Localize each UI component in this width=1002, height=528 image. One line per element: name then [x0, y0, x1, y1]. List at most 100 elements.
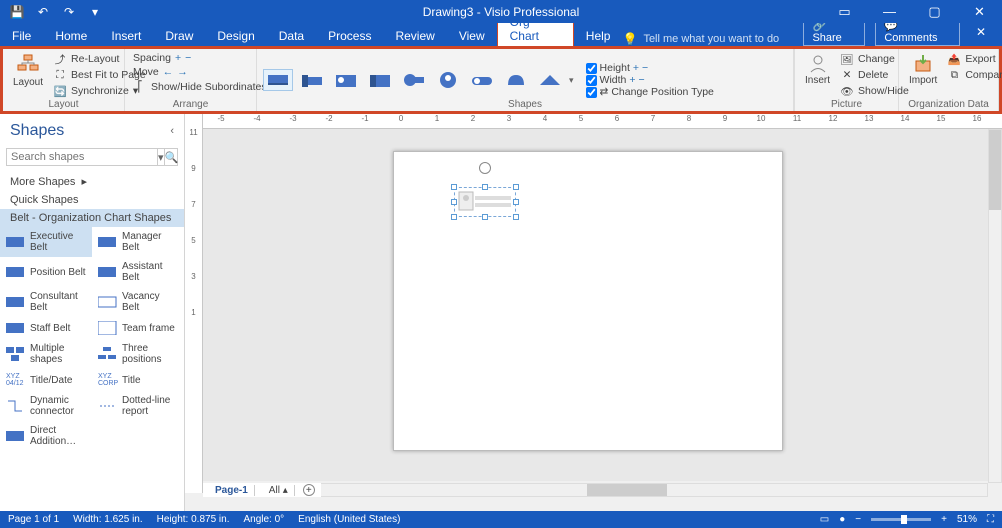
shape-style-7[interactable] [467, 69, 497, 91]
stencil-three-positions[interactable]: Three positions [92, 339, 184, 369]
tab-draw[interactable]: Draw [153, 26, 205, 46]
import-icon [913, 53, 933, 73]
more-shapes[interactable]: More Shapes ▸ [0, 172, 184, 191]
changepos-icon: ⇄ [600, 86, 609, 98]
stencil-title-date[interactable]: XYZ04/12Title/Date [0, 369, 92, 391]
width-check[interactable] [586, 75, 597, 86]
insert-picture-button[interactable]: Insert [801, 51, 834, 88]
compare-button[interactable]: ⧉Compare [945, 67, 1002, 83]
close-button[interactable]: ✕ [957, 0, 1002, 23]
page-tabs: Page-1 All ▴ + [203, 483, 321, 497]
stencil-manager-belt[interactable]: Manager Belt [92, 227, 184, 257]
horizontal-scrollbar[interactable] [319, 483, 988, 497]
stencil-executive-belt[interactable]: Executive Belt [0, 227, 92, 257]
zoom-out-button[interactable]: − [855, 514, 861, 525]
shapes-search[interactable]: ▾ 🔍 [6, 148, 178, 166]
drawing-page[interactable] [393, 151, 783, 451]
stencil-direct-addition[interactable]: Direct Addition… [0, 421, 92, 451]
group-label-shapes: Shapes [257, 99, 793, 110]
tab-insert[interactable]: Insert [99, 26, 153, 46]
status-language[interactable]: English (United States) [298, 514, 400, 525]
close-tab-button[interactable]: ✕ [970, 25, 992, 39]
tab-process[interactable]: Process [316, 26, 383, 46]
group-label-picture: Picture [795, 99, 898, 110]
page-tab-1[interactable]: Page-1 [209, 485, 255, 496]
change-icon: 🖼 [840, 52, 854, 66]
search-go-icon[interactable]: 🔍 [164, 149, 179, 165]
gallery-more-icon[interactable]: ▾ [569, 75, 574, 86]
shape-style-2[interactable] [297, 69, 327, 91]
stencil-team-frame[interactable]: Team frame [92, 317, 184, 339]
zoom-slider[interactable] [871, 518, 931, 521]
height-check[interactable] [586, 63, 597, 74]
shape-style-gallery[interactable]: ▾ [263, 69, 574, 91]
shape-style-1[interactable] [263, 69, 293, 91]
tab-help[interactable]: Help [574, 26, 623, 46]
qat-more-icon[interactable]: ▾ [88, 5, 102, 19]
group-label-orgdata: Organization Data [899, 99, 998, 110]
drawing-viewport[interactable] [203, 129, 988, 481]
shape-style-6[interactable] [433, 69, 463, 91]
stencil-staff-belt[interactable]: Staff Belt [0, 317, 92, 339]
stencil-belt-orgchart[interactable]: Belt - Organization Chart Shapes [0, 209, 184, 227]
eye-icon: 👁 [840, 84, 854, 98]
change-pos-check[interactable] [586, 87, 597, 98]
menu-bar: File Home Insert Draw Design Data Proces… [0, 23, 1002, 46]
vertical-ruler: 1197 531 [185, 114, 203, 493]
quick-shapes[interactable]: Quick Shapes [0, 191, 184, 209]
show-hide-sub-button[interactable]: ⎡Show/Hide Subordinates [131, 79, 269, 95]
minimize-button[interactable]: — [867, 0, 912, 23]
stencil-position-belt[interactable]: Position Belt [0, 257, 92, 287]
zoom-level[interactable]: 51% [957, 514, 977, 525]
layout-button[interactable]: Layout [9, 51, 47, 90]
add-page-button[interactable]: + [303, 484, 315, 496]
presentation-mode-icon[interactable]: ▭ [820, 514, 829, 525]
ribbon: Layout ⤴Re-Layout ⛶Best Fit to Page 🔄Syn… [0, 46, 1002, 114]
collapse-panel-icon[interactable]: ‹ [170, 125, 174, 137]
selected-shape[interactable] [454, 187, 516, 217]
shapes-panel-title: Shapes‹ [0, 114, 184, 148]
macro-record-icon[interactable]: ● [839, 514, 845, 525]
stencil-multiple-shapes[interactable]: Multiple shapes [0, 339, 92, 369]
undo-icon[interactable]: ↶ [36, 5, 50, 19]
tab-file[interactable]: File [0, 26, 43, 46]
stencil-consultant-belt[interactable]: Consultant Belt [0, 287, 92, 317]
shapes-search-input[interactable] [7, 149, 157, 165]
redo-icon[interactable]: ↷ [62, 5, 76, 19]
stencil-assistant-belt[interactable]: Assistant Belt [92, 257, 184, 287]
stencil-dynamic-connector[interactable]: Dynamic connector [0, 391, 92, 421]
window-title: Drawing3 - Visio Professional [423, 5, 580, 19]
stencil-title[interactable]: XYZCORPTitle [92, 369, 184, 391]
fit-window-icon[interactable]: ⛶ [987, 514, 994, 525]
ribbon-options-icon[interactable]: ▭ [822, 0, 867, 23]
export-button[interactable]: 📤Export [945, 51, 1002, 67]
tab-home[interactable]: Home [43, 26, 99, 46]
shape-style-3[interactable] [331, 69, 361, 91]
person-icon [808, 53, 828, 73]
maximize-button[interactable]: ▢ [912, 0, 957, 23]
shape-style-8[interactable] [501, 69, 531, 91]
tab-data[interactable]: Data [267, 26, 316, 46]
spacing-button[interactable]: Spacing + − [131, 51, 269, 65]
move-button[interactable]: Move ← → [131, 65, 269, 79]
zoom-in-button[interactable]: + [941, 514, 947, 525]
tab-review[interactable]: Review [383, 26, 446, 46]
horizontal-ruler: -5-4-3-2 -1012 3456 78910 11121314 1516 [203, 114, 1002, 129]
save-icon[interactable]: 💾 [10, 5, 24, 19]
relayout-icon: ⤴ [53, 52, 67, 66]
stencil-dotted-report[interactable]: Dotted-line report [92, 391, 184, 421]
tab-view[interactable]: View [447, 26, 497, 46]
tab-design[interactable]: Design [205, 26, 266, 46]
tell-me-input[interactable] [643, 33, 803, 45]
hierarchy-icon: ⎡ [133, 80, 147, 94]
page-tab-all[interactable]: All ▴ [263, 485, 295, 496]
shape-style-4[interactable] [365, 69, 395, 91]
import-button[interactable]: Import [905, 51, 941, 88]
shape-style-5[interactable] [399, 69, 429, 91]
shape-style-9[interactable] [535, 69, 565, 91]
tell-me[interactable]: 💡 [622, 32, 803, 46]
rotation-handle[interactable] [479, 162, 491, 174]
status-bar: Page 1 of 1 Width: 1.625 in. Height: 0.8… [0, 511, 1002, 528]
vertical-scrollbar[interactable] [988, 129, 1002, 483]
stencil-vacancy-belt[interactable]: Vacancy Belt [92, 287, 184, 317]
